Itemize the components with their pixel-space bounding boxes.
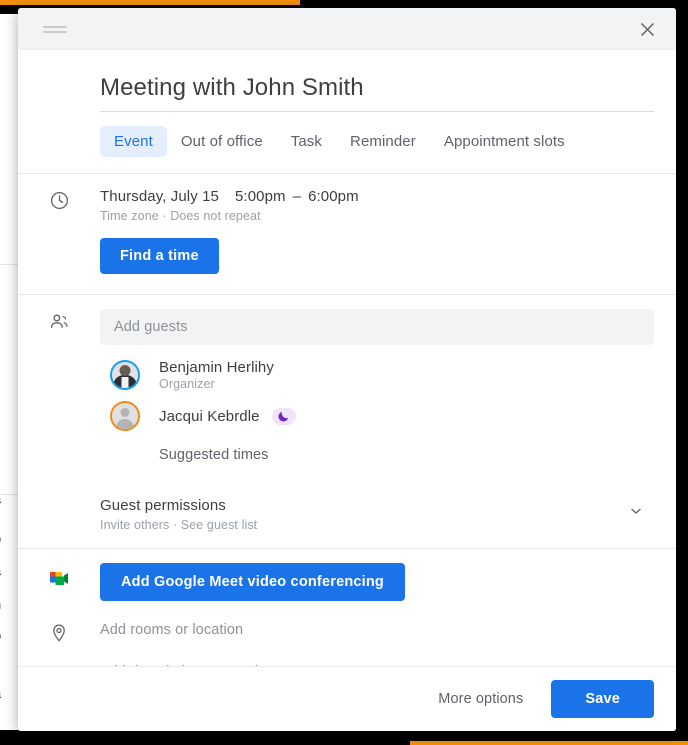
more-options-button[interactable]: More options xyxy=(438,691,523,707)
tab-appointment-slots[interactable]: Appointment slots xyxy=(430,126,579,157)
background-text-fragment: a xyxy=(0,563,1,578)
avatar xyxy=(110,360,140,390)
screen: s l s a o a n b l a Meeting with John Sm… xyxy=(0,0,688,745)
background-text-fragment: n xyxy=(0,597,1,612)
guest-role: Organizer xyxy=(159,377,215,391)
time-dash: – xyxy=(292,188,302,205)
drag-handle-icon[interactable] xyxy=(43,26,67,33)
conferencing-row: Add Google Meet video conferencing xyxy=(18,563,676,601)
event-date[interactable]: Thursday, July 15 xyxy=(100,188,235,205)
guest-name: Jacqui Kebrdle xyxy=(159,407,296,425)
tab-reminder[interactable]: Reminder xyxy=(336,126,430,157)
tab-event[interactable]: Event xyxy=(100,126,167,157)
guest-name-text: Jacqui Kebrdle xyxy=(159,407,260,425)
event-start-time[interactable]: 5:00pm xyxy=(235,188,286,205)
clock-icon xyxy=(18,188,100,211)
permissions-gutter xyxy=(18,497,100,499)
add-guests-input[interactable]: Add guests xyxy=(100,309,654,345)
chevron-down-icon[interactable] xyxy=(628,497,654,519)
guest-permissions-section[interactable]: Guest permissions Invite others · See gu… xyxy=(18,481,676,548)
suggested-times-link[interactable]: Suggested times xyxy=(159,447,654,463)
event-type-tabs: Event Out of office Task Reminder Appoin… xyxy=(100,126,654,173)
find-a-time-button[interactable]: Find a time xyxy=(100,238,219,274)
event-dialog: Meeting with John Smith Event Out of off… xyxy=(18,8,676,731)
guest-permissions-subtitle: Invite others · See guest list xyxy=(100,518,258,532)
save-button[interactable]: Save xyxy=(551,680,654,718)
background-text-fragment: a xyxy=(0,491,1,506)
guest-item[interactable]: Benjamin Herlihy Organizer xyxy=(100,359,654,391)
background-text-fragment: s xyxy=(0,334,1,349)
background-text-fragment: s xyxy=(0,430,1,445)
details-section: Add Google Meet video conferencing Add r… xyxy=(18,549,676,666)
when-section: Thursday, July 15 5:00pm –6:00pm Time zone… xyxy=(18,174,676,294)
accent-bar-top xyxy=(0,0,300,5)
guest-permissions-title: Guest permissions xyxy=(100,497,226,514)
title-section: Meeting with John Smith Event Out of off… xyxy=(18,50,676,173)
google-meet-icon xyxy=(18,563,100,588)
event-end-time[interactable]: 6:00pm xyxy=(308,188,359,205)
background-text-fragment: o xyxy=(0,531,1,546)
guest-item[interactable]: Jacqui Kebrdle xyxy=(100,401,654,431)
people-icon xyxy=(18,309,100,332)
dialog-body: Meeting with John Smith Event Out of off… xyxy=(18,50,676,666)
timezone-repeat-info[interactable]: Time zone · Does not repeat xyxy=(100,209,654,223)
location-pin-icon xyxy=(18,621,100,643)
guest-list: Benjamin Herlihy Organizer Jacqui Kebrdl… xyxy=(100,359,654,431)
close-icon[interactable] xyxy=(634,16,660,42)
location-input[interactable]: Add rooms or location xyxy=(100,621,654,638)
moon-icon xyxy=(271,407,296,425)
tab-task[interactable]: Task xyxy=(277,126,336,157)
background-text-fragment: b xyxy=(0,628,1,643)
tab-out-of-office[interactable]: Out of office xyxy=(167,126,277,157)
accent-bar-bottom xyxy=(410,741,688,745)
avatar xyxy=(110,401,140,431)
event-datetime[interactable]: Thursday, July 15 5:00pm –6:00pm xyxy=(100,188,654,205)
event-title-input[interactable]: Meeting with John Smith xyxy=(100,74,654,112)
dialog-titlebar xyxy=(18,8,676,50)
background-text-fragment: a xyxy=(0,686,1,701)
location-row[interactable]: Add rooms or location xyxy=(18,621,676,643)
dialog-footer: More options Save xyxy=(18,666,676,731)
add-google-meet-button[interactable]: Add Google Meet video conferencing xyxy=(100,563,405,601)
guest-name: Benjamin Herlihy xyxy=(159,359,274,376)
guests-section: Add guests Benjamin Herlihy Organizer Ja… xyxy=(18,295,676,481)
